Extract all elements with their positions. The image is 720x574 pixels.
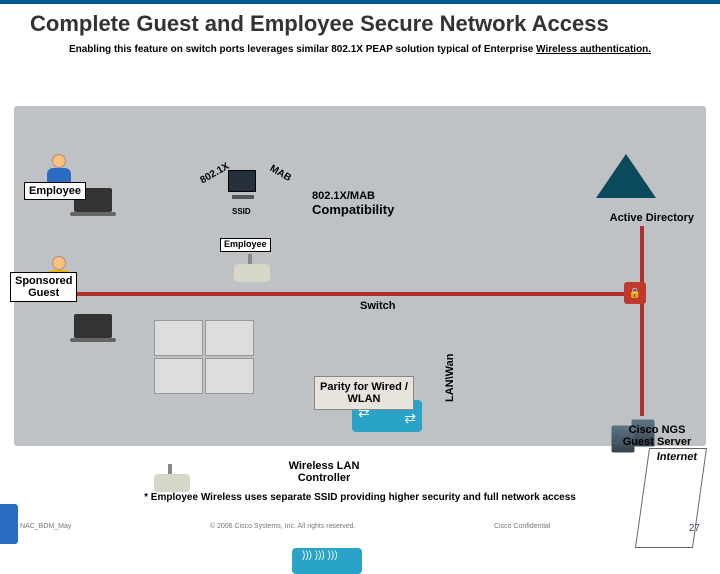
employee-label: Employee xyxy=(24,182,86,200)
wireless-ap-icon-2 xyxy=(154,474,190,492)
handshake-icon: X✓ 🤝 xyxy=(0,504,18,544)
page-number: 27 xyxy=(689,523,700,534)
subtitle: Enabling this feature on switch ports le… xyxy=(0,40,720,57)
footer: NAC_BDM_May © 2006 Cisco Systems, Inc. A… xyxy=(20,523,700,534)
ssid-label: SSID xyxy=(232,207,251,216)
subtitle-text: Enabling this feature on switch ports le… xyxy=(69,44,536,55)
footer-copyright: © 2006 Cisco Systems, Inc. All rights re… xyxy=(210,523,356,534)
footer-confidential: Cisco Confidential xyxy=(494,523,550,534)
screens-cluster-icon xyxy=(154,320,254,394)
network-bus-vertical xyxy=(640,226,644,416)
footnote: * Employee Wireless uses separate SSID p… xyxy=(0,492,720,503)
footer-left: NAC_BDM_May xyxy=(20,523,71,534)
lanwan-label: LAN\Wan xyxy=(444,354,456,402)
lock-icon: 🔒 xyxy=(624,282,646,304)
wlc-icon: ))) ))) ))) xyxy=(292,548,362,574)
sponsored-guest-label: Sponsored Guest xyxy=(10,272,77,302)
guest-laptop-icon xyxy=(74,314,112,338)
ngs-label: Cisco NGS Guest Server xyxy=(612,424,702,448)
desktop-pc-icon xyxy=(228,170,256,192)
compat-title: 802.1X/MAB Compatibility xyxy=(312,190,394,217)
compat-top: 802.1X/MAB xyxy=(312,190,394,202)
parity-label: Parity for Wired / WLAN xyxy=(314,376,414,410)
switch-label: Switch xyxy=(360,300,395,312)
wlc-label: Wireless LAN Controller xyxy=(264,460,384,484)
page-title: Complete Guest and Employee Secure Netwo… xyxy=(0,4,720,40)
active-directory-icon xyxy=(596,154,656,198)
employee-label-2: Employee xyxy=(220,238,271,252)
dot1x-label: 802.1X xyxy=(198,161,231,186)
network-bus-horizontal xyxy=(64,292,644,296)
mab-label: MAB xyxy=(268,163,293,184)
active-directory-label: Active Directory xyxy=(610,212,694,224)
wireless-ap-icon xyxy=(234,264,270,282)
compat-bottom: Compatibility xyxy=(312,202,394,217)
subtitle-underline: Wireless authentication. xyxy=(536,44,651,55)
